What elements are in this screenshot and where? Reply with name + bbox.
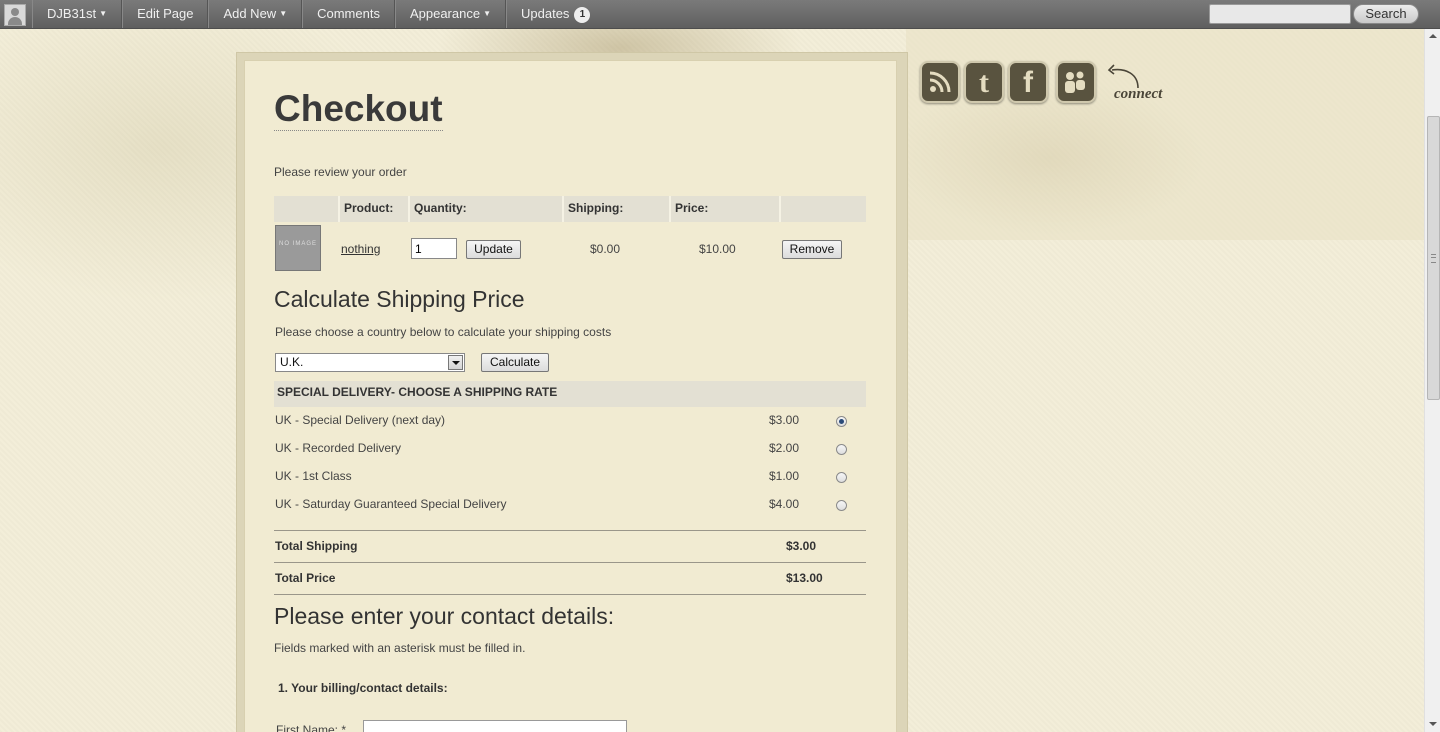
admin-bar: DJB31st ▼ Edit Page Add New ▼ Comments App… [0,0,1440,29]
rss-icon-glyph [929,71,951,93]
header-shipping: Shipping: [562,196,669,222]
admin-menu-add-new[interactable]: Add New ▼ [208,0,303,28]
rate-price: $1.00 [769,469,800,483]
page-title: Checkout [274,88,443,131]
admin-menu-appearance[interactable]: Appearance ▼ [394,0,507,28]
rss-icon[interactable] [920,61,960,103]
rate-price: $4.00 [769,497,800,511]
header-actions [779,196,866,222]
review-text: Please review your order [274,165,407,179]
scroll-down-icon[interactable] [1429,722,1437,726]
myspace-icon-glyph [1065,71,1085,93]
admin-menu-edit-page[interactable]: Edit Page [122,0,209,28]
cart-table-header: Product: Quantity: Shipping: Price: [274,196,866,222]
shipping-section-title: Calculate Shipping Price [274,286,525,312]
myspace-icon[interactable] [1056,61,1096,103]
rate-radio-saturday[interactable] [836,500,847,511]
updates-count-badge: 1 [574,7,591,23]
shipping-instructions: Please choose a country below to calcula… [275,325,612,339]
chevron-down-icon: ▼ [279,9,288,18]
rate-radio-1st-class[interactable] [836,472,847,483]
admin-menu-comments[interactable]: Comments [302,0,395,28]
rate-price: $2.00 [769,441,800,455]
total-shipping-label: Total Shipping [275,539,358,553]
first-name-field[interactable] [363,720,627,732]
product-no-image: NO IMAGE [275,225,321,271]
scroll-thumb[interactable] [1427,116,1440,400]
header-price: Price: [669,196,779,222]
user-avatar-icon[interactable] [4,4,26,26]
page-scrollbar[interactable] [1424,28,1440,732]
add-new-label: Add New [223,6,277,21]
admin-search-button[interactable]: Search [1353,4,1419,24]
contact-note: Fields marked with an asterisk must be f… [274,641,526,655]
facebook-icon[interactable]: f [1008,61,1048,103]
rate-label: UK - 1st Class [275,469,352,483]
total-shipping-value: $3.00 [786,539,817,553]
rate-label: UK - Recorded Delivery [275,441,402,455]
header-quantity: Quantity: [408,196,562,222]
divider [274,594,866,595]
connect-label: connect [1114,86,1163,102]
rate-price: $3.00 [769,413,800,427]
chevron-down-icon: ▼ [99,9,108,18]
contact-section-title: Please enter your contact details: [274,603,615,629]
rate-label: UK - Special Delivery (next day) [275,413,446,427]
total-price-value: $13.00 [786,571,823,585]
appearance-label: Appearance [409,6,481,21]
product-link[interactable]: nothing [341,242,380,256]
updates-label: Updates [521,6,570,21]
header-product: Product: [338,196,408,222]
twitter-icon[interactable]: t [964,61,1004,103]
divider [274,530,866,531]
admin-search-input[interactable] [1209,4,1351,24]
country-selected-value: U.K. [280,355,304,369]
total-price-label: Total Price [275,571,336,585]
rate-radio-special-delivery[interactable] [836,416,847,427]
scroll-up-icon[interactable] [1429,34,1437,38]
rates-header: SPECIAL DELIVERY- CHOOSE A SHIPPING RATE [274,381,866,407]
site-name-label: DJB31st [47,6,97,21]
header-decoration [906,28,1424,240]
calculate-button[interactable]: Calculate [481,353,549,372]
quantity-input[interactable] [411,238,457,259]
admin-menu-updates[interactable]: Updates 1 [506,0,604,28]
remove-button[interactable]: Remove [782,240,842,259]
country-select[interactable]: U.K. [275,353,465,372]
grip-icon [1431,254,1436,263]
rate-radio-recorded-delivery[interactable] [836,444,847,455]
item-shipping-value: $0.00 [590,242,621,256]
dropdown-arrow-icon[interactable] [448,355,463,370]
rate-label: UK - Saturday Guaranteed Special Deliver… [275,497,507,511]
billing-section-title: 1. Your billing/contact details: [278,681,448,695]
item-price-value: $10.00 [699,242,736,256]
update-button[interactable]: Update [466,240,521,259]
first-name-label: First Name: * [276,723,347,732]
divider [274,562,866,563]
admin-menu: DJB31st ▼ Edit Page Add New ▼ Comments App… [32,0,604,28]
admin-menu-site[interactable]: DJB31st ▼ [32,0,123,28]
chevron-down-icon: ▼ [483,9,492,18]
